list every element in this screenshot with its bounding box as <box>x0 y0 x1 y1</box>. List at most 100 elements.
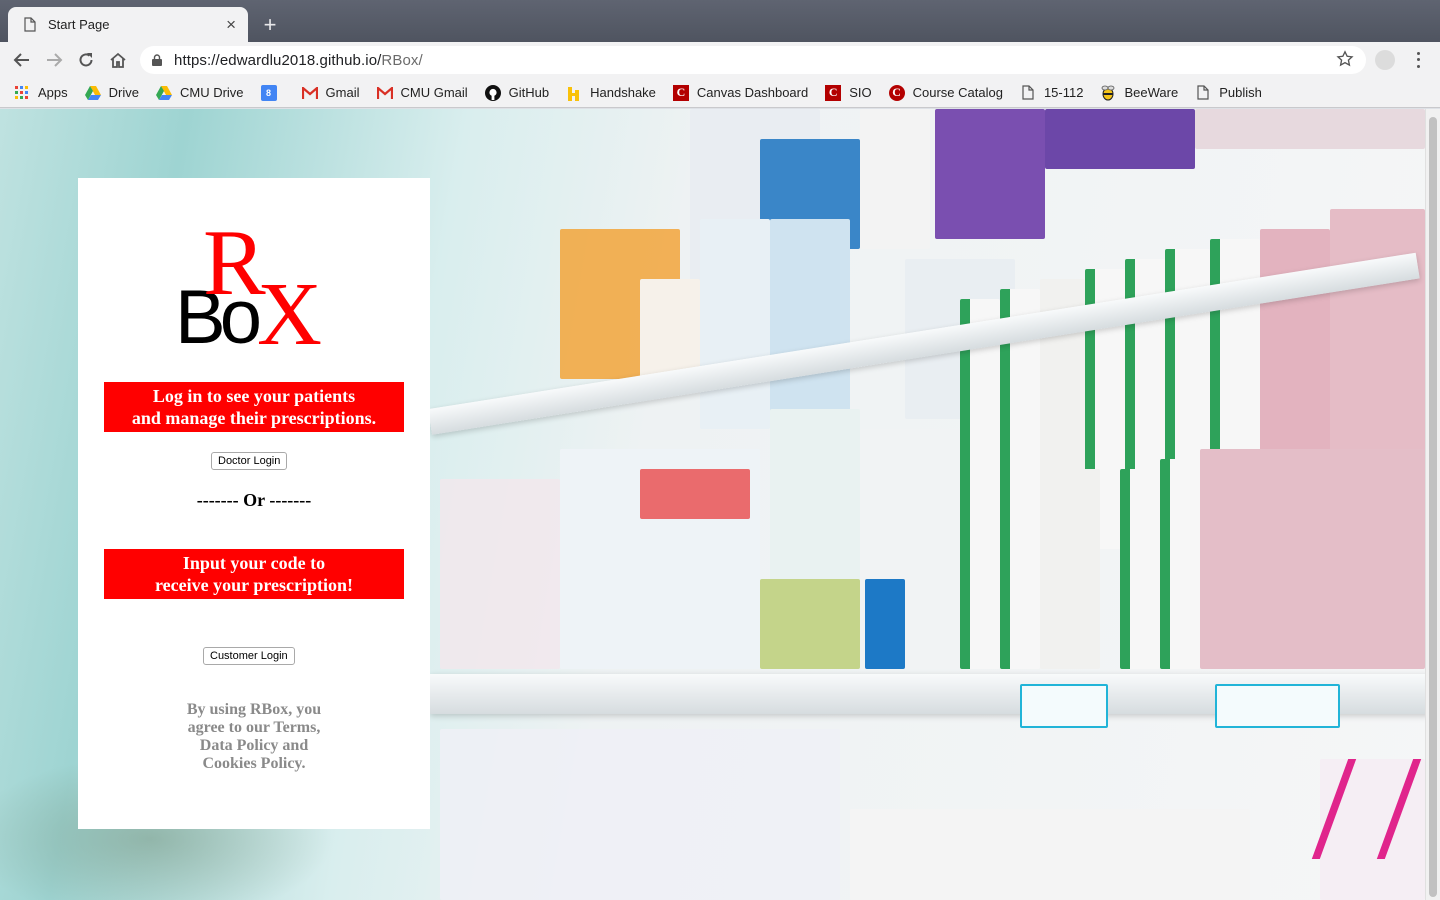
bookmark-label: Canvas Dashboard <box>696 85 809 100</box>
bookmark-label: Course Catalog <box>912 85 1003 100</box>
bookmark-gmail[interactable]: Gmail <box>301 85 360 101</box>
bookmark-label: GitHub <box>508 85 550 100</box>
gmail-icon <box>301 85 318 101</box>
or-divider: ------- Or ------- <box>196 490 312 510</box>
tab-strip: Start Page × + <box>0 0 1440 42</box>
logo-x: X <box>257 265 322 364</box>
shelf-box <box>640 469 750 519</box>
canvas-icon: C <box>825 84 842 101</box>
terms-line: agree to our Terms, <box>187 719 321 736</box>
google-drive-icon <box>84 85 101 101</box>
bookmark-drive[interactable]: Drive <box>84 85 139 101</box>
shelf-box <box>700 219 770 429</box>
shelf-box <box>440 479 560 669</box>
bookmark-label: Drive <box>108 85 139 100</box>
bookmark-15-112[interactable]: 15-112 <box>1020 85 1084 101</box>
shelf-box <box>760 579 860 669</box>
bookmark-label: 15-112 <box>1043 85 1084 100</box>
bookmark-star-icon[interactable] <box>1336 50 1354 68</box>
dot <box>1416 58 1420 62</box>
bookmark-cmu-drive[interactable]: CMU Drive <box>155 85 244 101</box>
bookmark-label: CMU Gmail <box>400 85 468 100</box>
customer-login-button[interactable]: Customer Login <box>203 647 295 665</box>
bookmark-label: SIO <box>849 85 872 100</box>
reload-icon <box>79 53 93 67</box>
shelf-box <box>935 109 1045 239</box>
shelf-box <box>865 579 905 669</box>
doctor-login-button[interactable]: Doctor Login <box>211 452 288 470</box>
doctor-prompt-line: and manage their prescriptions. <box>131 408 377 428</box>
back-button[interactable] <box>10 48 34 72</box>
bookmark-label: CMU Drive <box>179 85 244 100</box>
shelf-box <box>850 809 1250 900</box>
bookmark-github[interactable]: GitHub <box>484 84 550 101</box>
shelf-box <box>1195 109 1425 149</box>
bookmark-label: Handshake <box>590 85 656 100</box>
shelf-box <box>1160 459 1200 669</box>
forward-button[interactable] <box>42 48 66 72</box>
url-text: https://edwardlu2018.github.io/RBox/ <box>174 52 423 69</box>
shelf-box <box>1000 479 1040 669</box>
lock-icon <box>152 54 162 66</box>
bookmark-label: Gmail <box>325 85 360 100</box>
doctor-prompt-banner: Log in to see your patients and manage t… <box>104 382 404 432</box>
tab-title: Start Page <box>48 17 110 32</box>
close-icon[interactable]: × <box>226 16 236 33</box>
bookmark-label: Apps <box>38 85 68 100</box>
bookmark-beeware[interactable]: BeeWare <box>1100 85 1178 101</box>
bookmark-canvas-dashboard[interactable]: C Canvas Dashboard <box>672 84 809 101</box>
bookmark-publish[interactable]: Publish <box>1195 85 1262 101</box>
terms-line: Cookies Policy. <box>202 755 306 772</box>
bookmark-handshake[interactable]: Handshake <box>566 85 656 101</box>
reload-button[interactable] <box>74 48 98 72</box>
tab-start-page[interactable]: Start Page × <box>8 7 248 42</box>
canvas-icon: C <box>672 84 689 101</box>
beeware-icon <box>1100 85 1116 101</box>
customer-prompt-banner: Input your code to receive your prescrip… <box>104 549 404 599</box>
bookmark-cmu-gmail[interactable]: CMU Gmail <box>376 85 468 101</box>
url-host: https://edwardlu2018.github.io/ <box>174 51 382 69</box>
apps-grid-icon <box>14 85 30 101</box>
address-bar[interactable]: https://edwardlu2018.github.io/RBox/ <box>140 46 1366 74</box>
new-tab-button[interactable]: + <box>257 13 283 39</box>
customer-prompt-line: receive your prescription! <box>155 575 353 595</box>
terms-line: Data Policy and <box>199 737 309 754</box>
dot <box>1416 65 1420 69</box>
terms-notice: By using RBox, you agree to our Terms, D… <box>174 701 334 773</box>
bookmark-apps[interactable]: Apps <box>14 85 68 101</box>
shelf-label <box>1020 684 1108 728</box>
canvas-icon: C <box>888 84 905 101</box>
bookmark-label: BeeWare <box>1124 85 1179 100</box>
login-card: Bo R X Log in to see your patients and m… <box>78 178 430 829</box>
calendar-icon: 8 <box>260 84 277 101</box>
bookmark-sio[interactable]: C SIO <box>825 84 872 101</box>
page-icon <box>1020 85 1036 101</box>
shelf-box <box>1200 449 1425 669</box>
vertical-scrollbar[interactable] <box>1425 109 1440 900</box>
shelf-box <box>960 479 1000 669</box>
page-icon <box>24 17 36 32</box>
profile-avatar[interactable] <box>1375 50 1395 70</box>
scrollbar-thumb[interactable] <box>1429 117 1437 897</box>
shelf-box <box>1040 469 1100 669</box>
arrow-left-icon <box>13 53 29 67</box>
page-icon <box>1195 85 1211 101</box>
github-icon <box>484 84 501 101</box>
shelf-box <box>860 109 930 249</box>
shelf-box <box>770 219 850 419</box>
customer-prompt-line: Input your code to <box>182 553 326 573</box>
url-path: RBox/ <box>381 51 423 69</box>
bookmarks-bar: Apps Drive CMU Drive 8 Gmail CMU Gmail G… <box>0 78 1440 108</box>
rbox-logo: Bo R X <box>175 216 335 360</box>
bookmark-course-catalog[interactable]: C Course Catalog <box>888 84 1003 101</box>
browser-menu-button[interactable] <box>1410 50 1426 70</box>
bookmark-calendar[interactable]: 8 <box>260 84 285 101</box>
browser-toolbar: https://edwardlu2018.github.io/RBox/ <box>0 42 1440 78</box>
bookmark-label: Publish <box>1219 85 1262 100</box>
shelf-box <box>1120 469 1160 669</box>
home-button[interactable] <box>106 48 130 72</box>
arrow-right-icon <box>47 53 63 67</box>
home-icon <box>110 52 126 68</box>
shelf-box <box>1045 109 1195 169</box>
page-viewport: Bo R X Log in to see your patients and m… <box>0 109 1425 900</box>
